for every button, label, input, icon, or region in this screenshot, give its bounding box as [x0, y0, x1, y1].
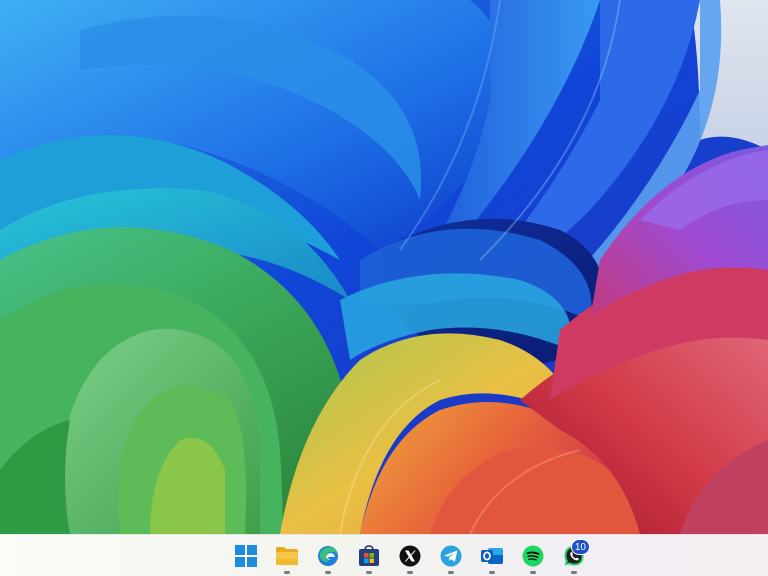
outlook-button[interactable]: [472, 537, 512, 575]
edge-button[interactable]: [308, 537, 348, 575]
spotify-button[interactable]: [513, 537, 553, 575]
running-indicator: [407, 571, 413, 574]
taskbar: 10: [0, 534, 768, 576]
running-indicator: [366, 571, 372, 574]
edge-browser-icon: [318, 546, 338, 566]
notification-badge: 10: [570, 539, 590, 555]
running-indicator: [489, 571, 495, 574]
file-explorer-button[interactable]: [267, 537, 307, 575]
microsoft-store-icon: [359, 545, 379, 566]
running-indicator: [448, 571, 454, 574]
file-explorer-icon: [276, 547, 298, 565]
taskbar-pinned-apps: 10: [226, 535, 595, 576]
windows-start-icon: [235, 545, 257, 567]
running-indicator: [571, 571, 577, 574]
telegram-button[interactable]: [431, 537, 471, 575]
desktop: 10: [0, 0, 768, 576]
running-indicator: [530, 571, 536, 574]
outlook-icon: [481, 548, 503, 564]
running-indicator: [325, 571, 331, 574]
whatsapp-button[interactable]: 10: [554, 537, 594, 575]
telegram-icon: [440, 545, 462, 567]
x-app-button[interactable]: [390, 537, 430, 575]
start-button[interactable]: [226, 537, 266, 575]
running-indicator: [284, 571, 290, 574]
wallpaper: [0, 0, 768, 534]
x-app-icon: [399, 545, 421, 567]
spotify-icon: [522, 545, 544, 567]
microsoft-store-button[interactable]: [349, 537, 389, 575]
